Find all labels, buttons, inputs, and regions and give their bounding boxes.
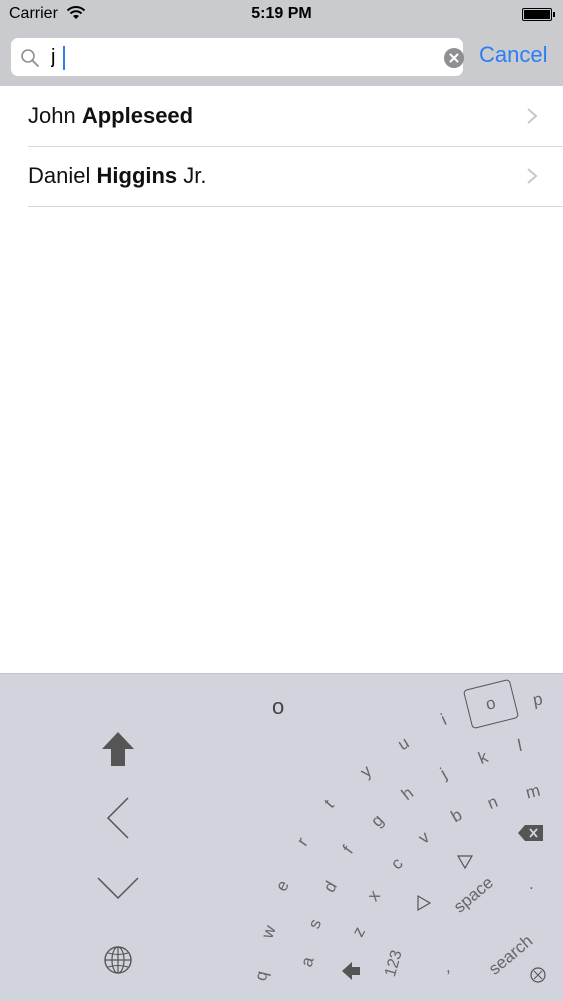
chevron-down-icon[interactable] (96, 876, 140, 900)
key-q[interactable]: q (251, 969, 273, 983)
space-key[interactable]: space (450, 873, 498, 917)
clear-icon[interactable] (444, 48, 464, 68)
key-f[interactable]: f (339, 842, 358, 858)
key-k[interactable]: k (476, 747, 491, 769)
key-w[interactable]: w (258, 923, 281, 941)
search-bar: Cancel (0, 30, 563, 86)
contact-name: John Appleseed (28, 103, 193, 129)
key-i[interactable]: i (438, 710, 450, 730)
key-j[interactable]: j (437, 764, 450, 783)
text-caret (63, 46, 65, 70)
chevron-right-icon (527, 108, 538, 124)
key-y[interactable]: y (357, 762, 376, 783)
key-p[interactable]: p (531, 689, 544, 710)
chevron-right-icon (527, 168, 538, 184)
key-h[interactable]: h (398, 783, 418, 805)
status-time: 5:19 PM (251, 5, 312, 22)
triangle-icon[interactable] (456, 853, 474, 871)
key-t[interactable]: t (320, 796, 338, 813)
backspace-icon[interactable] (517, 823, 545, 843)
search-field[interactable] (11, 38, 464, 76)
key-n[interactable]: n (485, 792, 501, 814)
key-z[interactable]: z (348, 924, 370, 941)
key-r[interactable]: r (293, 834, 313, 850)
battery-icon (522, 8, 555, 21)
status-bar: Carrier 5:19 PM (0, 0, 563, 30)
key-a[interactable]: a (297, 955, 319, 970)
triangle-icon[interactable] (415, 894, 433, 912)
key-period[interactable]: . (529, 874, 534, 894)
key-l[interactable]: l (516, 736, 524, 756)
chevron-left-icon[interactable] (106, 796, 130, 840)
key-m[interactable]: m (524, 781, 543, 804)
key-g[interactable]: g (367, 811, 388, 832)
key-b[interactable]: b (448, 805, 466, 827)
key-comma[interactable]: , (446, 957, 451, 977)
search-input[interactable] (51, 42, 431, 72)
numbers-key[interactable]: 123 (382, 948, 407, 979)
contact-suffix: Jr. (183, 163, 207, 188)
key-s[interactable]: s (304, 916, 326, 931)
key-d[interactable]: d (320, 878, 342, 896)
search-icon (21, 49, 39, 67)
shift-icon[interactable] (100, 730, 136, 768)
contact-first-name: Daniel (28, 163, 91, 188)
contact-name: Daniel Higgins Jr. (28, 163, 207, 189)
emoji-icon[interactable] (530, 967, 546, 983)
key-v[interactable]: v (415, 828, 434, 849)
custom-keyboard: o o p i u y t r e w q l k j h g f d s a … (0, 673, 563, 1001)
key-x[interactable]: x (364, 887, 385, 906)
contact-first-name: John (28, 103, 76, 128)
key-preview: o (272, 694, 285, 719)
key-c[interactable]: c (387, 854, 407, 874)
list-item[interactable]: Daniel Higgins Jr. (28, 147, 563, 207)
key-u[interactable]: u (394, 733, 413, 755)
contact-last-name: Appleseed (81, 103, 194, 128)
key-e[interactable]: e (272, 877, 294, 895)
contact-last-name: Higgins (96, 163, 178, 188)
globe-icon[interactable] (103, 945, 133, 975)
search-results-list: John Appleseed Daniel Higgins Jr. (0, 87, 563, 207)
list-item[interactable]: John Appleseed (28, 87, 563, 147)
cancel-button[interactable]: Cancel (479, 42, 547, 68)
shift-small-icon[interactable] (340, 961, 362, 981)
